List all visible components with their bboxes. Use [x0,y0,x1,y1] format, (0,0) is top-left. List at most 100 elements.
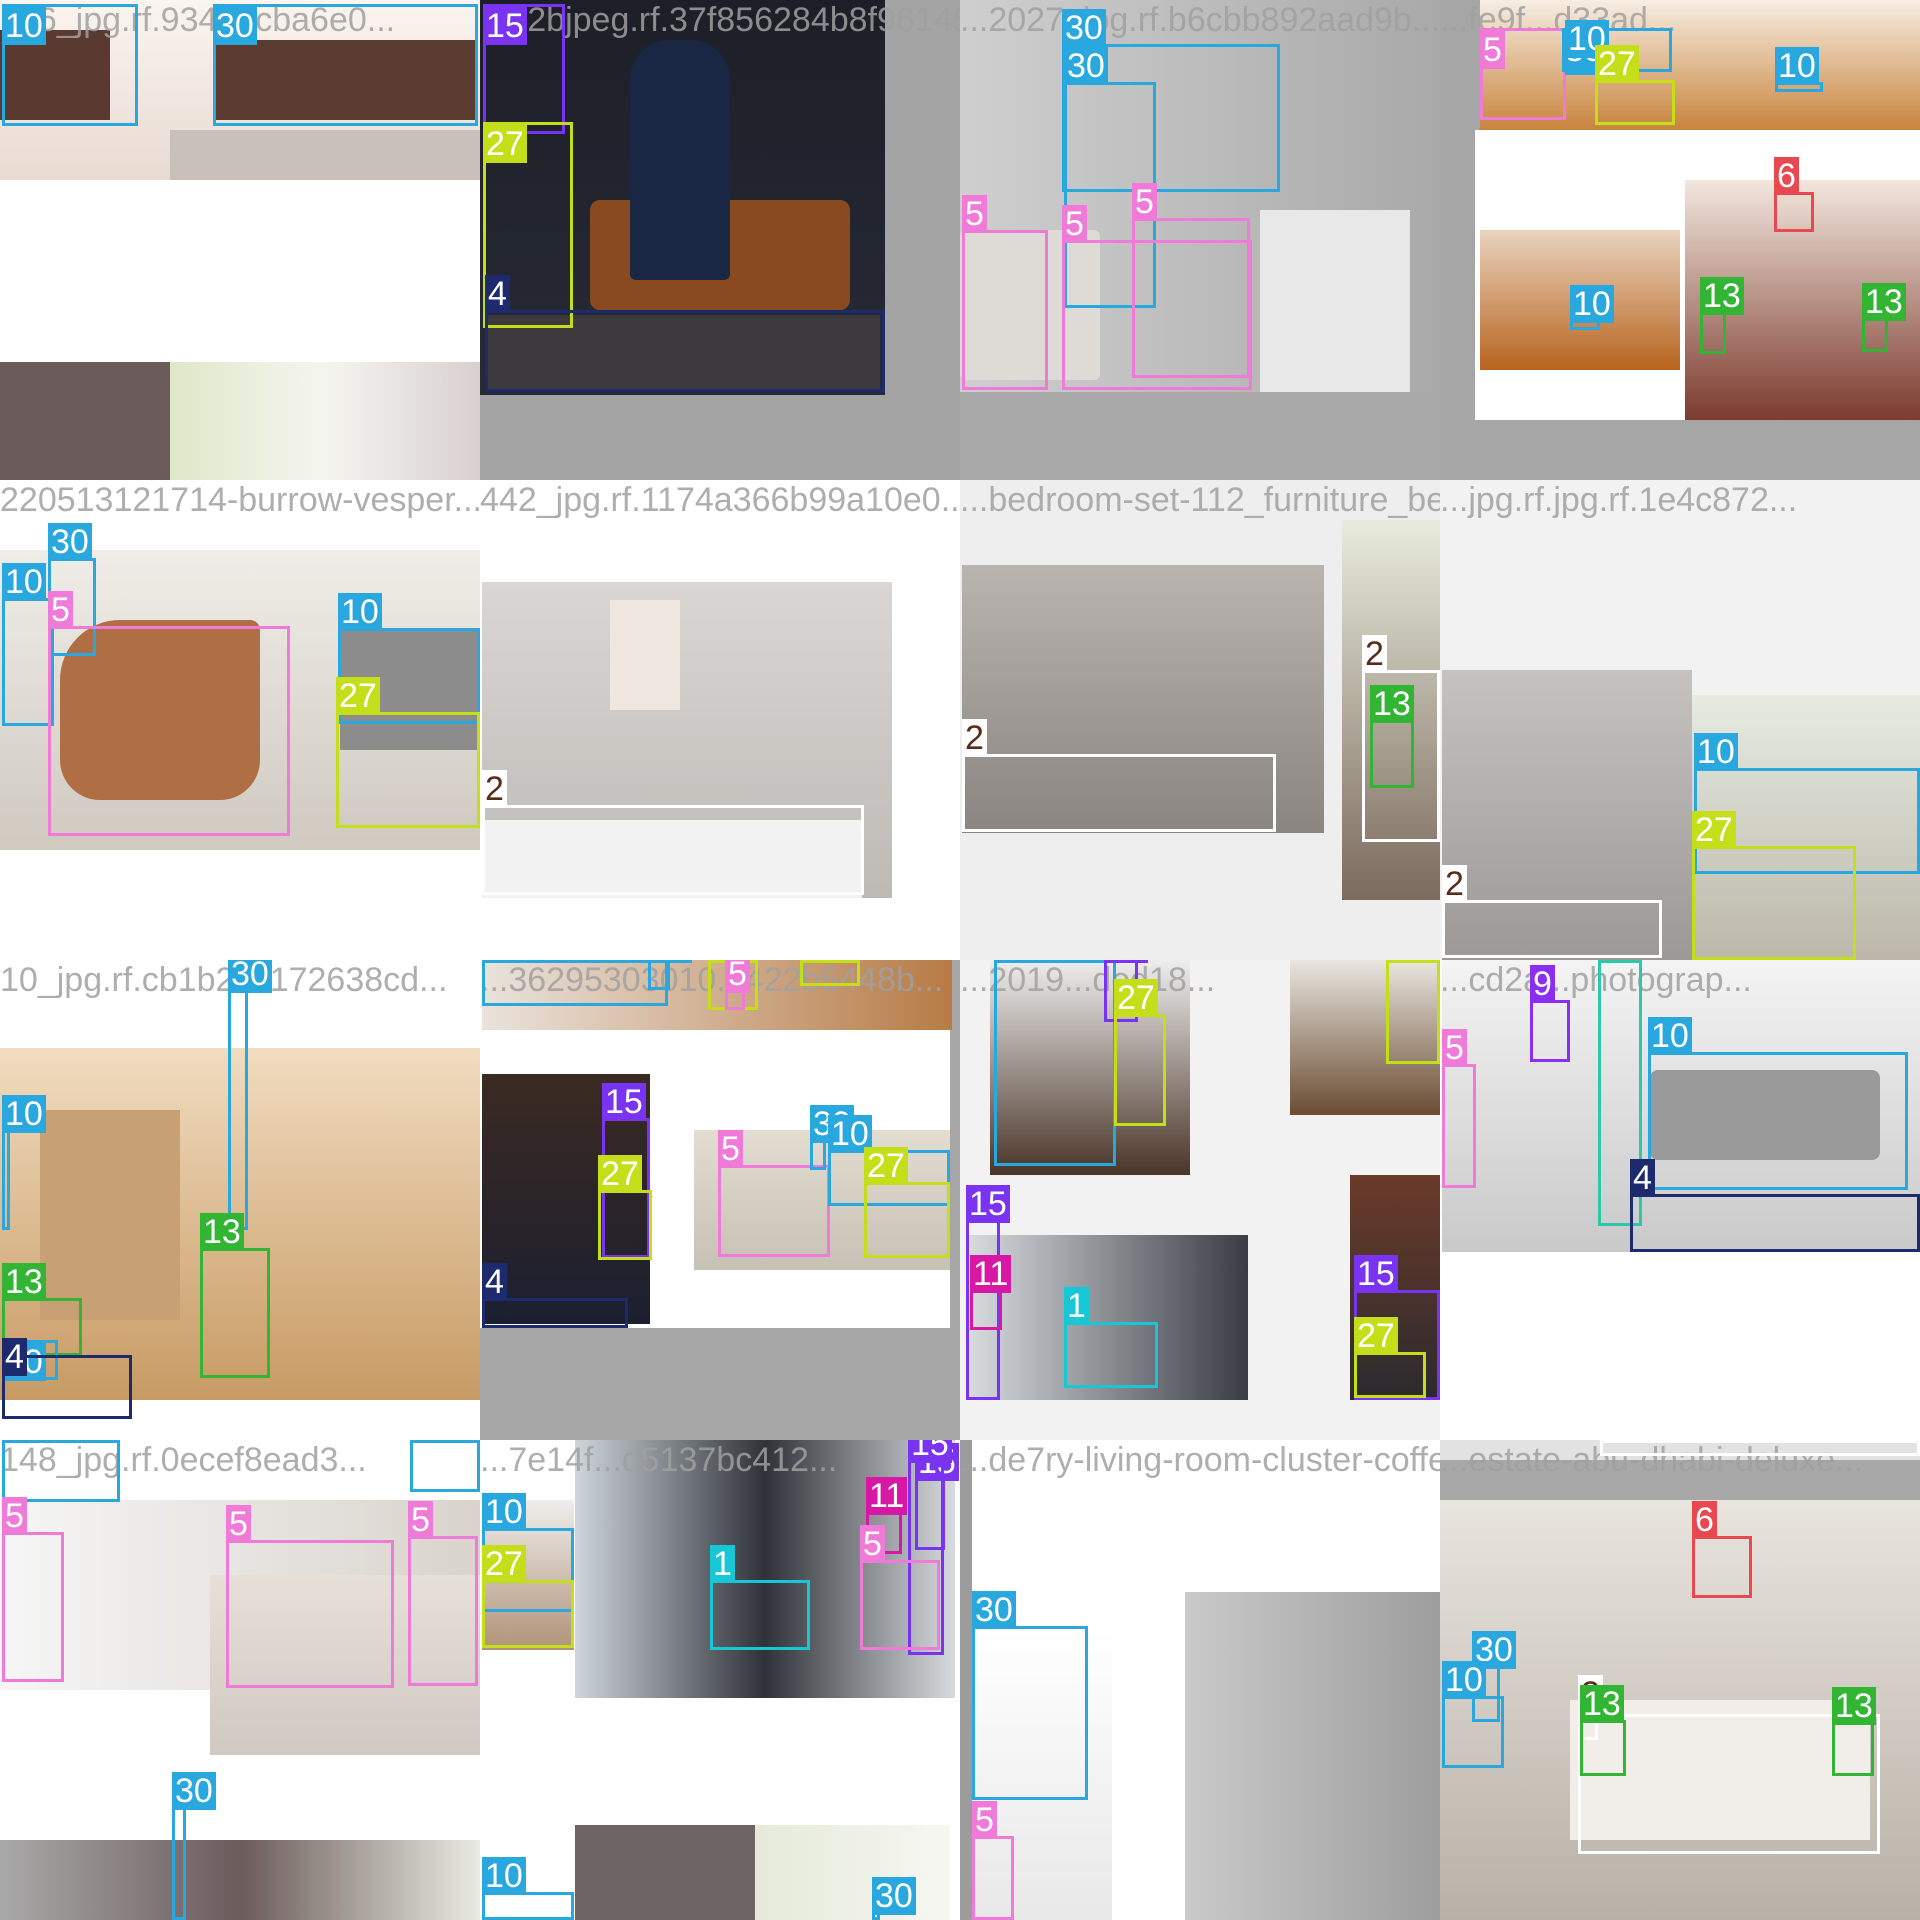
detection-box: 10 [482,960,668,1006]
mosaic-tile: ...cd2a...photograp... 9 23 5 10 4 [1440,960,1920,1440]
detection-label: 13 [1862,283,1906,321]
mosaic-tile: ...bedroom-set-112_furniture_bed_jpg.rf.… [960,480,1440,960]
detection-label: 30 [1062,9,1106,47]
detection-label: 13 [1832,1687,1876,1725]
mosaic-tile: ...fe9f...d33ad... 5 30 10 27 10 6 10 13… [1440,0,1920,480]
detection-box: 9 [1530,965,1570,1062]
detection-box: 30 [872,1877,916,1920]
detection-box: 2 [482,770,864,895]
detection-box: 30 [972,1591,1088,1800]
detection-box: 27 [1386,960,1440,1064]
photo-region [575,1825,755,1920]
detection-label: 1 [710,1545,735,1583]
detection-label: 5 [860,1525,885,1563]
detection-label: 4 [1630,1159,1655,1197]
detection-label: 15 [602,1083,646,1121]
tile-caption: 220513121714-burrow-vesper... [0,481,480,519]
detection-box: 5 [408,1501,478,1686]
detection-box: 10 [994,960,1116,1166]
detection-label: 2 [1362,635,1387,673]
detection-label: 30 [410,1440,454,1443]
detection-box: 6 [1692,1501,1752,1598]
mosaic-tile: 220513121714-burrow-vesper... 30 10 5 10… [0,480,480,960]
mosaic-tile: ...2027_jpg.rf.b6cbb892aad9b... 30 30 5 … [960,0,1440,480]
detection-label: 2 [482,770,507,808]
detection-label: 30 [48,523,92,561]
detection-label: 13 [1370,685,1414,723]
detection-box: 4 [485,275,885,392]
divider [960,1440,972,1920]
mosaic-tile: ...36295303010...422b5448b... 10 30 27 2… [480,960,960,1440]
detection-box: 13 [1370,685,1414,788]
mosaic-tile: ...estate-abu-dhabi-deluxe... 2 6 30 10 … [1440,1440,1920,1920]
detection-box: 13 [1580,1685,1626,1776]
detection-box: 4 [482,1263,628,1328]
detection-box: 5 [1442,1029,1476,1188]
detection-label: 30 [972,1591,1016,1629]
detection-label: 30 [648,960,692,963]
detection-label: 5 [1442,1029,1467,1067]
detection-box: 10 [2,1095,46,1230]
mosaic-tile: 10_jpg.rf.cb1b221172638cd... 30 10 13 13… [0,960,480,1440]
detection-label: 27 [336,677,380,715]
tile-caption: ...jpg.rf.jpg.rf.1e4c872... [1440,481,1798,519]
photo-region [1185,1592,1440,1920]
detection-label: 5 [408,1501,433,1539]
detection-box: 13 [1862,283,1906,352]
detection-box: 27 [482,1545,574,1648]
detection-box: 13 [1832,1687,1876,1776]
detection-box: 30 [648,960,692,990]
detection-label: 10 [2,7,46,45]
detection-box: 30 [213,4,478,126]
detection-label: 15 [483,7,527,45]
detection-label: 5 [1062,205,1087,243]
detection-box: 5 [972,1801,1014,1920]
detection-label: 1 [1064,1287,1089,1325]
detection-label: 30 [172,1772,216,1810]
detection-label: 30 [1064,47,1108,85]
detection-label: 27 [1386,960,1430,963]
detection-label: 11 [866,1477,908,1515]
detection-label: 10 [338,593,382,631]
light-shape [610,600,680,710]
detection-box: 10 [2,563,54,726]
detection-box: 10 [1570,285,1614,330]
detection-box: 15 [483,4,565,134]
mosaic-canvas: 126_jpg.rf.9340ecba6e0... 10 30 ...b2bjp… [0,0,1920,1920]
detection-label: 2 [1600,1440,1625,1443]
detection-box: 11 [970,1255,1012,1330]
detection-box: 27 [1354,1317,1426,1398]
detection-label: 6 [1774,157,1799,195]
detection-box: 27 [598,1155,652,1260]
detection-label: 13 [1700,277,1744,315]
detection-label: 10 [482,1857,526,1895]
detection-label: 30 [213,7,257,45]
detection-label: 27 [1114,979,1158,1017]
detection-label: 5 [962,195,987,233]
detection-label: 10 [1775,47,1819,85]
detection-label: 10 [482,960,526,963]
detection-box: 5 [2,1497,64,1682]
detection-label: 5 [48,591,73,629]
detection-box: 2 [1442,865,1662,958]
detection-box: 5 [718,1130,830,1257]
detection-label: 30 [228,960,272,993]
detection-label: 27 [1354,1317,1398,1355]
detection-label: 13 [1580,1685,1624,1723]
detection-label: 30 [2,1440,46,1443]
detection-label: 10 [482,1493,526,1531]
detection-label: 5 [1132,183,1157,221]
detection-box: 2 [962,719,1276,832]
detection-label: 15 [966,1185,1010,1223]
mosaic-tile: 148_jpg.rf.0ecef8ead3... 30 30 5 5 5 30 [0,1440,480,1920]
mosaic-tile: ...jpg.rf.jpg.rf.1e4c872... 10 27 2 [1440,480,1920,960]
photo-region [0,362,170,480]
detection-box: 27 [1692,811,1856,960]
detection-label: 2 [962,719,987,757]
detection-box: 5 [1132,183,1250,378]
detection-label: 5 [1480,31,1505,69]
detection-box: 6 [1774,157,1814,232]
detection-label: 15 [1104,960,1148,963]
detection-label: 5 [226,1505,251,1543]
detection-box: 10 [1442,1661,1504,1768]
